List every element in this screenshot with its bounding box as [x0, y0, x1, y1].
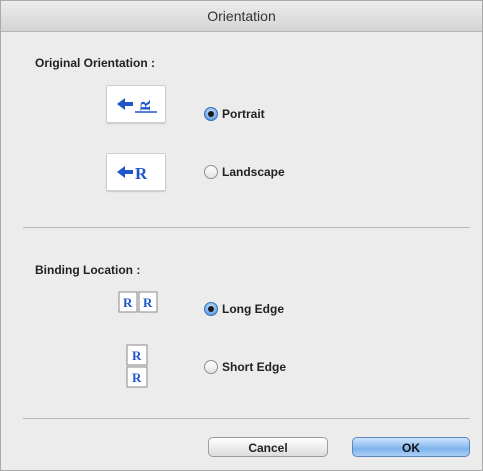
short-edge-radio-button[interactable]	[204, 360, 218, 374]
long-edge-binding-icon: R R	[118, 291, 158, 313]
orientation-dialog: Orientation Original Orientation : R Por…	[0, 0, 483, 471]
ok-button[interactable]: OK	[352, 437, 470, 457]
long-edge-label: Long Edge	[222, 302, 284, 316]
svg-text:R: R	[143, 295, 153, 310]
original-orientation-label: Original Orientation :	[35, 56, 156, 70]
portrait-radio[interactable]: Portrait	[204, 107, 265, 121]
cancel-button[interactable]: Cancel	[208, 437, 328, 457]
portrait-orientation-icon: R	[106, 85, 166, 123]
short-edge-binding-icon: R R	[126, 344, 148, 388]
portrait-label: Portrait	[222, 107, 265, 121]
svg-text:R: R	[123, 295, 133, 310]
landscape-label: Landscape	[222, 165, 285, 179]
short-edge-radio[interactable]: Short Edge	[204, 360, 286, 374]
binding-location-label: Binding Location :	[35, 263, 141, 277]
svg-text:R: R	[138, 100, 154, 111]
section-divider	[23, 227, 470, 228]
landscape-radio-button[interactable]	[204, 165, 218, 179]
portrait-radio-button[interactable]	[204, 107, 218, 121]
dialog-title: Orientation	[1, 1, 482, 32]
short-edge-label: Short Edge	[222, 360, 287, 374]
landscape-orientation-icon: R	[106, 153, 166, 191]
footer-divider	[23, 418, 470, 419]
svg-text:R: R	[132, 370, 142, 385]
svg-text:R: R	[132, 348, 142, 363]
long-edge-radio-button[interactable]	[204, 302, 218, 316]
long-edge-radio[interactable]: Long Edge	[204, 302, 284, 316]
svg-text:R: R	[135, 164, 148, 183]
landscape-radio[interactable]: Landscape	[204, 165, 285, 179]
